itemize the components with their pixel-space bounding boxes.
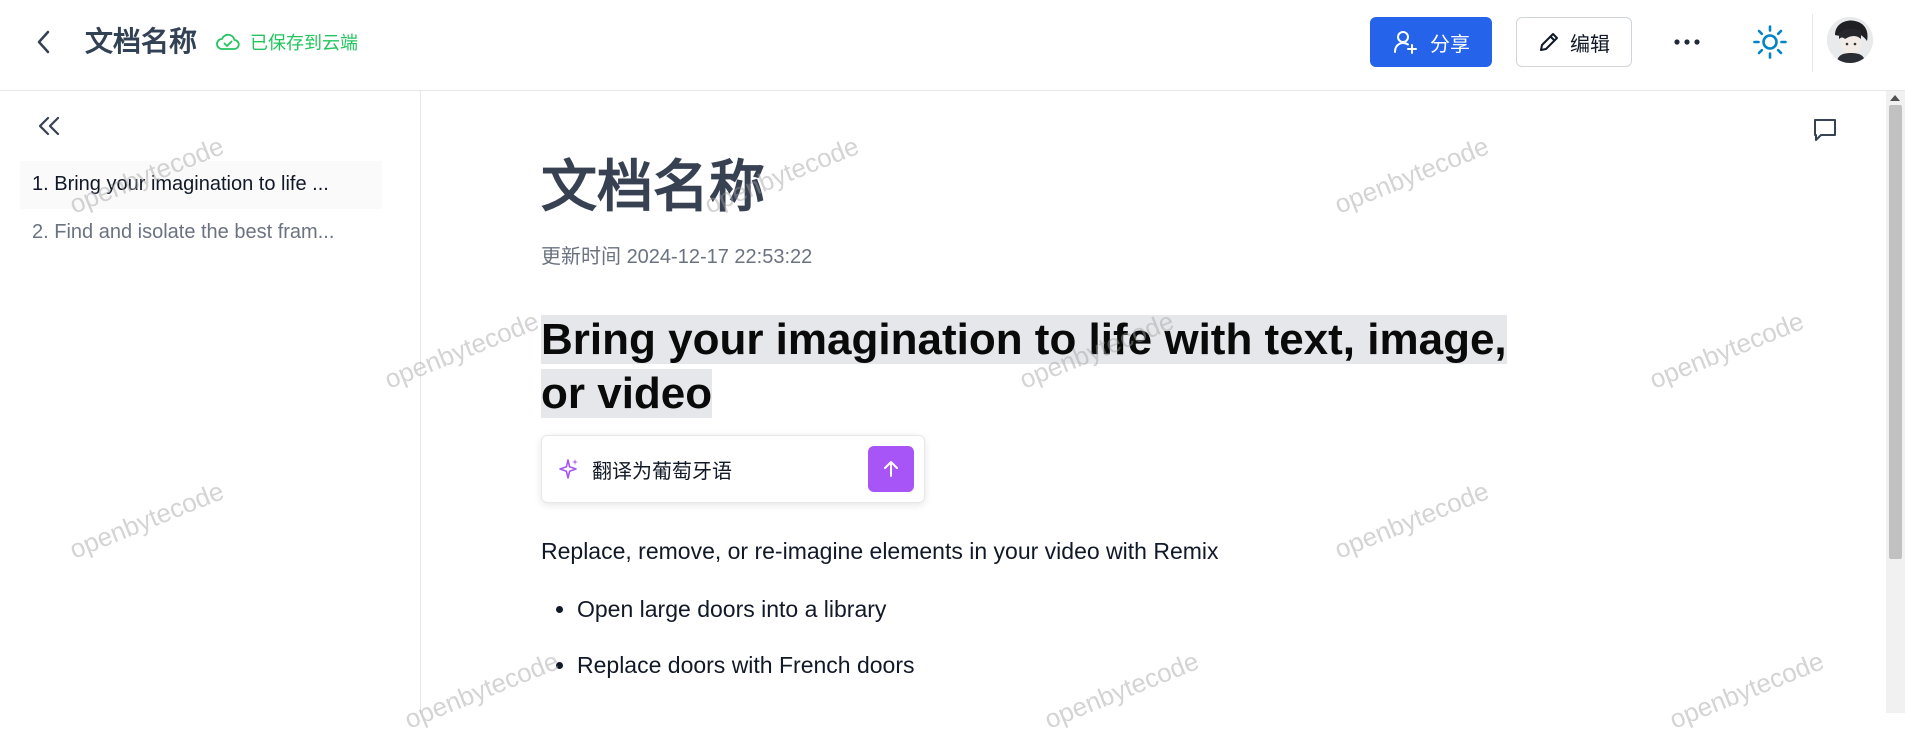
share-user-icon xyxy=(1394,31,1417,54)
updated-value: 2024-12-17 22:53:22 xyxy=(626,246,813,268)
theme-toggle-button[interactable] xyxy=(1748,20,1792,64)
comment-button[interactable] xyxy=(1808,113,1842,147)
more-options-button[interactable] xyxy=(1665,22,1709,62)
scroll-up-arrow-icon[interactable] xyxy=(1890,95,1900,101)
table-of-contents: 1. Bring your imagination to life ... 2.… xyxy=(20,161,382,257)
page-title: 文档名称 xyxy=(541,155,765,218)
edit-button[interactable]: 编辑 xyxy=(1516,17,1632,67)
ai-send-button[interactable] xyxy=(868,446,914,492)
ai-assistant-box xyxy=(541,435,925,503)
double-chevron-left-icon xyxy=(38,116,60,136)
arrow-up-icon xyxy=(884,461,898,477)
more-horizontal-icon xyxy=(1674,39,1700,45)
comment-icon xyxy=(1814,119,1836,141)
share-button-label: 分享 xyxy=(1430,33,1470,56)
paragraph: Replace, remove, or re-imagine elements … xyxy=(541,538,1219,564)
scrollbar[interactable] xyxy=(1886,91,1905,713)
document-title[interactable]: 文档名称 xyxy=(85,22,197,62)
save-status: 已保存到云端 xyxy=(216,29,358,55)
cloud-check-icon xyxy=(216,33,240,50)
back-button[interactable] xyxy=(28,26,60,58)
avatar[interactable] xyxy=(1827,17,1873,63)
collapse-sidebar-button[interactable] xyxy=(34,111,64,141)
document-main: 文档名称 更新时间 2024-12-17 22:53:22 Bring your… xyxy=(422,91,1885,713)
sparkle-icon xyxy=(559,459,578,479)
updated-label: 更新时间 xyxy=(541,246,621,268)
selected-heading-text[interactable]: Bring your imagination to life with text… xyxy=(541,315,1507,418)
outline-sidebar: 1. Bring your imagination to life ... 2.… xyxy=(0,91,421,713)
ai-prompt-input[interactable] xyxy=(590,456,868,482)
top-header: 文档名称 已保存到云端 分享 编辑 xyxy=(0,0,1905,91)
sun-icon xyxy=(1753,25,1787,59)
scrollbar-thumb[interactable] xyxy=(1889,105,1902,559)
save-status-text: 已保存到云端 xyxy=(250,33,358,53)
bullet-list: Open large doors into a library Replace … xyxy=(541,593,1561,681)
header-divider xyxy=(1812,14,1813,72)
edit-button-label: 编辑 xyxy=(1570,33,1610,56)
chevron-left-icon xyxy=(37,30,50,54)
toc-item[interactable]: 2. Find and isolate the best fram... xyxy=(20,209,382,257)
user-avatar-icon xyxy=(1827,17,1873,63)
toc-item[interactable]: 1. Bring your imagination to life ... xyxy=(20,161,382,209)
list-item: Replace doors with French doors xyxy=(577,649,1561,681)
list-item: Open large doors into a library xyxy=(577,593,1561,625)
section-heading[interactable]: Bring your imagination to life with text… xyxy=(541,313,1561,421)
share-button[interactable]: 分享 xyxy=(1370,17,1492,67)
updated-time: 更新时间 2024-12-17 22:53:22 xyxy=(541,243,1561,271)
document-content: 文档名称 更新时间 2024-12-17 22:53:22 Bring your… xyxy=(541,151,1561,705)
pencil-icon xyxy=(1540,33,1558,51)
